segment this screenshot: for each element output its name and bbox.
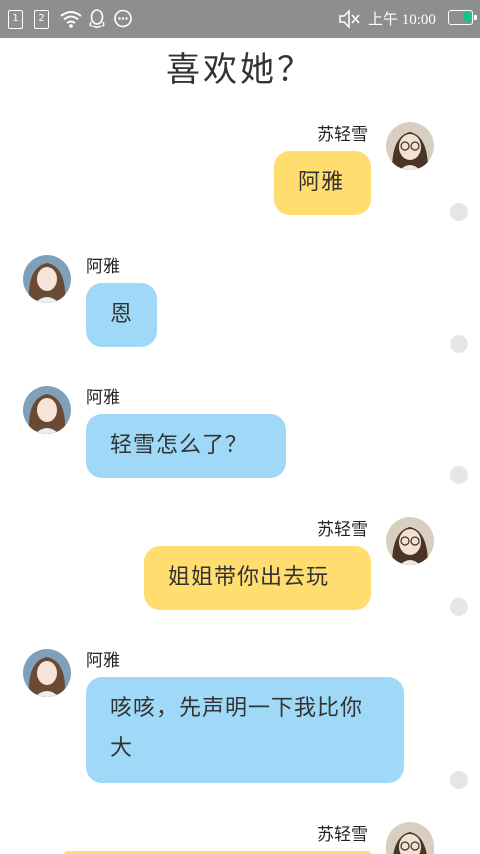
avatar[interactable] — [23, 649, 71, 697]
sender-name: 苏轻雪 — [317, 825, 368, 845]
chat-message-left: 阿雅 恩 — [0, 250, 480, 360]
chat-message-right: 苏轻雪 — [0, 818, 480, 854]
sender-name: 阿雅 — [86, 651, 120, 671]
message-bubble[interactable]: 姐姐带你出去玩 — [144, 546, 371, 610]
mute-icon — [339, 9, 360, 29]
read-indicator — [450, 466, 468, 484]
page-title: 喜欢她？ — [166, 50, 314, 90]
read-indicator — [450, 598, 468, 616]
chat-message-left: 阿雅 咳咳，先声明一下我比你大 — [0, 644, 480, 794]
read-indicator — [450, 203, 468, 221]
read-indicator — [450, 335, 468, 353]
chat-message-right: 苏轻雪 姐姐带你出去玩 — [0, 513, 480, 623]
message-bubble[interactable]: 恩 — [86, 283, 157, 347]
qq-icon — [89, 9, 105, 28]
wifi-icon — [60, 11, 82, 28]
clock: 上午 10:00 — [368, 12, 436, 28]
sim-card-2-icon: 2 — [34, 9, 49, 29]
avatar[interactable] — [386, 517, 434, 565]
avatar[interactable] — [23, 386, 71, 434]
chat-message-left: 阿雅 轻雪怎么了？ — [0, 381, 480, 491]
chat-icon — [114, 9, 132, 28]
sender-name: 苏轻雪 — [317, 520, 368, 540]
message-bubble[interactable]: 咳咳，先声明一下我比你大 — [86, 677, 404, 783]
sim-card-1-icon: 1 — [8, 9, 23, 29]
chat-message-right: 苏轻雪 阿雅 — [0, 118, 480, 228]
message-bubble[interactable]: 阿雅 — [274, 151, 371, 215]
avatar[interactable] — [386, 122, 434, 170]
avatar[interactable] — [386, 822, 434, 854]
avatar[interactable] — [23, 255, 71, 303]
battery-level — [464, 12, 471, 22]
read-indicator — [450, 771, 468, 789]
sender-name: 阿雅 — [86, 257, 120, 277]
sender-name: 苏轻雪 — [317, 125, 368, 145]
battery-icon — [448, 10, 477, 25]
message-bubble[interactable]: 轻雪怎么了？ — [86, 414, 286, 478]
sender-name: 阿雅 — [86, 388, 120, 408]
status-bar: 1 2 上午 10:00 — [0, 0, 480, 38]
